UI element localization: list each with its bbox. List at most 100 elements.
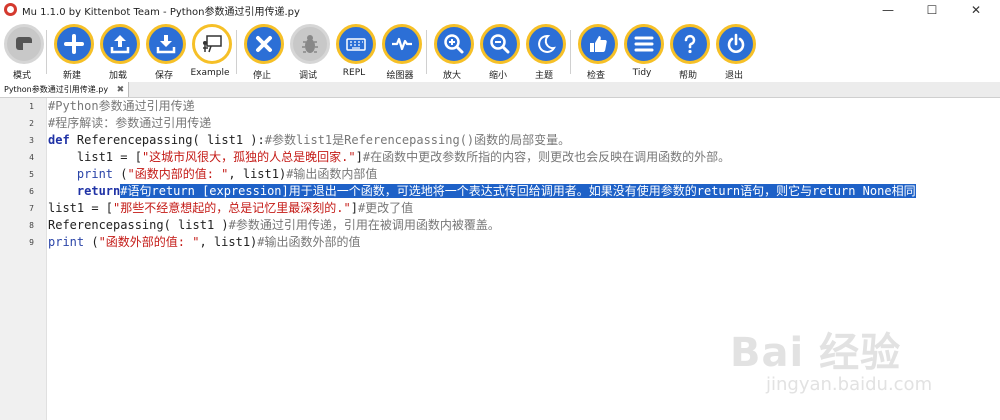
- tab-bar: Python参数通过引用传递.py ✖: [0, 82, 1000, 98]
- code-line-4[interactable]: list1 = ["这城市风很大，孤独的人总是晚回家."]#在函数中更改参数所指…: [48, 149, 730, 165]
- code-text: (: [84, 235, 99, 249]
- minimize-button[interactable]: —: [866, 0, 910, 20]
- code-line-1[interactable]: #Python参数通过引用传递: [48, 98, 195, 114]
- string: "这城市风很大，孤独的人总是晚回家.": [141, 150, 356, 164]
- code-text: ]: [350, 201, 358, 215]
- window-title: Mu 1.1.0 by Kittenbot Team - Python参数通过引…: [22, 7, 300, 18]
- code-line-3[interactable]: def Referencepassing( list1 ):#参数list1是R…: [48, 132, 570, 148]
- keyword: return: [76, 184, 121, 198]
- quit-button[interactable]: 退出: [714, 22, 758, 82]
- zoom-in-label: 放大: [442, 71, 461, 81]
- zoom-out-button[interactable]: 缩小: [478, 22, 522, 82]
- new-button[interactable]: 新建: [52, 22, 96, 82]
- code-line-7[interactable]: list1 = ["那些不经意想起的，总是记忆里最深刻的."]#更改了值: [48, 200, 413, 216]
- code-line-5[interactable]: print ("函数内部的值: ", list1)#输出函数内部值: [48, 166, 378, 182]
- close-window-button[interactable]: ✕: [954, 0, 998, 20]
- maximize-button[interactable]: ☐: [910, 0, 954, 20]
- line-number: 5: [29, 170, 34, 179]
- plotter-button[interactable]: 绘图器: [380, 22, 424, 82]
- upload-icon: [100, 24, 140, 64]
- check-label: 检查: [586, 71, 605, 81]
- line-number: 2: [29, 119, 34, 128]
- stop-label: 停止: [252, 71, 271, 81]
- code-line-9[interactable]: print ("函数外部的值: ", list1)#输出函数外部的值: [48, 234, 361, 250]
- keyword: def: [48, 133, 70, 147]
- plus-icon: [54, 24, 94, 64]
- zoom-out-icon: [480, 24, 520, 64]
- load-button[interactable]: 加载: [98, 22, 142, 82]
- code-text: list1 = [: [48, 201, 114, 215]
- code-line-2[interactable]: #程序解读：参数通过引用传递: [48, 115, 211, 131]
- file-tab-label: Python参数通过引用传递.py: [4, 85, 109, 94]
- line-number-gutter: 1 2 3 4 5 6 7 8 9: [0, 98, 47, 420]
- quit-label: 退出: [724, 71, 743, 81]
- debug-button[interactable]: 调试: [288, 22, 332, 82]
- zoom-out-label: 缩小: [488, 71, 507, 81]
- stop-button[interactable]: 停止: [242, 22, 286, 82]
- selected-text: #语句return [expression]用于退出一个函数，可选地将一个表达式…: [120, 184, 916, 198]
- code-line-6[interactable]: return#语句return [expression]用于退出一个函数，可选地…: [48, 183, 916, 199]
- repl-button[interactable]: REPL: [334, 22, 378, 82]
- line-number: 3: [29, 136, 34, 145]
- builtin: print: [76, 167, 114, 181]
- keyboard-icon: [336, 24, 376, 64]
- new-label: 新建: [62, 71, 81, 81]
- theme-label: 主题: [534, 71, 553, 81]
- code-text: Referencepassing( list1 ):: [69, 133, 265, 147]
- title-bar: Mu 1.1.0 by Kittenbot Team - Python参数通过引…: [0, 0, 1000, 20]
- power-icon: [716, 24, 756, 64]
- line-number: 7: [29, 204, 34, 213]
- question-icon: [670, 24, 710, 64]
- mode-button[interactable]: 模式: [2, 22, 46, 82]
- moon-icon: [526, 24, 566, 64]
- watermark-brand: Bai 经验: [730, 330, 902, 376]
- line-number: 1: [29, 102, 34, 111]
- file-tab[interactable]: Python参数通过引用传递.py ✖: [0, 82, 130, 98]
- example-button[interactable]: Example: [190, 22, 234, 82]
- zoom-in-button[interactable]: 放大: [432, 22, 476, 82]
- check-button[interactable]: 检查: [576, 22, 620, 82]
- code-text: ]: [355, 150, 363, 164]
- comment: #在函数中更改参数所指的内容，则更改也会反映在调用函数的外部。: [362, 150, 731, 164]
- baidu-watermark: Bai 经验 jingyan.baidu.com: [730, 320, 990, 410]
- presentation-icon: [192, 24, 232, 64]
- comment: #输出函数外部的值: [257, 235, 361, 249]
- code-text: Referencepassing( list1 ): [48, 218, 229, 232]
- code-text: , list1): [199, 235, 258, 249]
- line-number: 6: [29, 187, 34, 196]
- load-label: 加载: [108, 71, 127, 81]
- code-line-8[interactable]: Referencepassing( list1 )#参数通过引用传递，引用在被调…: [48, 217, 500, 233]
- line-number: 8: [29, 221, 34, 230]
- wave-icon: [382, 24, 422, 64]
- toolbar: 模式 新建 加载 保存 Example 停止 调试 REPL 绘图器 放大 缩小…: [0, 20, 1000, 82]
- comment: #更改了值: [357, 201, 414, 215]
- comment: #Python参数通过引用传递: [48, 99, 195, 113]
- thumbs-up-icon: [578, 24, 618, 64]
- download-icon: [146, 24, 186, 64]
- plotter-label: 绘图器: [386, 71, 414, 81]
- mu-logo-icon: [4, 3, 17, 16]
- code-text: list1 = [: [76, 150, 142, 164]
- close-icon: [244, 24, 284, 64]
- help-button[interactable]: 帮助: [668, 22, 712, 82]
- save-button[interactable]: 保存: [144, 22, 188, 82]
- string: "那些不经意想起的，总是记忆里最深刻的.": [113, 201, 351, 215]
- tidy-button[interactable]: Tidy: [622, 22, 666, 82]
- code-text: (: [113, 167, 128, 181]
- mode-icon: [4, 24, 44, 64]
- example-label: Example: [190, 68, 230, 78]
- lines-icon: [624, 24, 664, 64]
- mode-label: 模式: [12, 71, 31, 81]
- theme-button[interactable]: 主题: [524, 22, 568, 82]
- save-label: 保存: [154, 71, 173, 81]
- tidy-label: Tidy: [632, 68, 652, 78]
- comment: #参数list1是Referencepassing()函数的局部变量。: [264, 133, 571, 147]
- help-label: 帮助: [678, 71, 697, 81]
- tab-close-icon[interactable]: ✖: [117, 83, 125, 98]
- string: "函数外部的值: ": [98, 235, 200, 249]
- string: "函数内部的值: ": [127, 167, 229, 181]
- comment: #参数通过引用传递，引用在被调用函数内被覆盖。: [228, 218, 500, 232]
